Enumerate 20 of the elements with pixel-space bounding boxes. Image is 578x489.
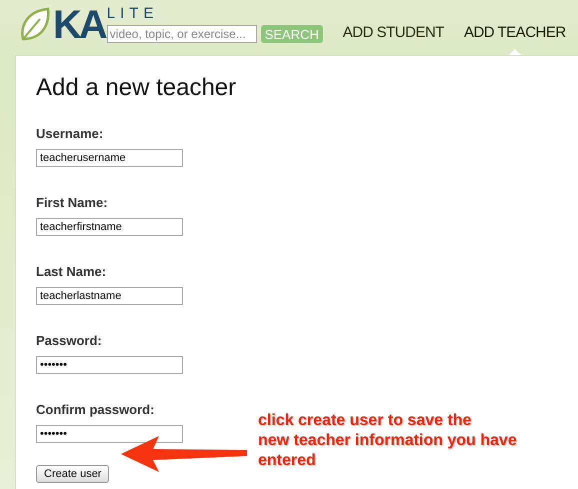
nav-tab[interactable]: ADD STUDENT [342,24,444,55]
nav-tab[interactable]: ADD TEACHER [464,24,566,55]
input-field[interactable]: teacherlastname [36,287,183,305]
leaf-icon [20,7,50,41]
input-field[interactable]: ••••••• [36,425,183,443]
input-field[interactable]: teacherfirstname [36,218,183,236]
create-user-button[interactable]: Create user [36,465,110,483]
field-label: Password: [36,333,102,348]
field-label: Username: [36,126,104,141]
field-label: First Name: [36,195,108,210]
search-field[interactable]: video, topic, or exercise... [106,25,257,43]
page-title: Add a new teacher [36,74,238,102]
field-label: Confirm password: [36,402,154,417]
field-label: Last Name: [36,264,106,279]
input-field[interactable]: ••••••• [36,356,183,374]
annotation-text: click create user to save the new teacher information you have entered [258,411,517,471]
logo-text: KA [53,7,105,43]
input-field[interactable]: teacherusername [36,149,183,167]
logo-subtitle: LITE [106,7,160,21]
arrow-icon [119,434,249,474]
